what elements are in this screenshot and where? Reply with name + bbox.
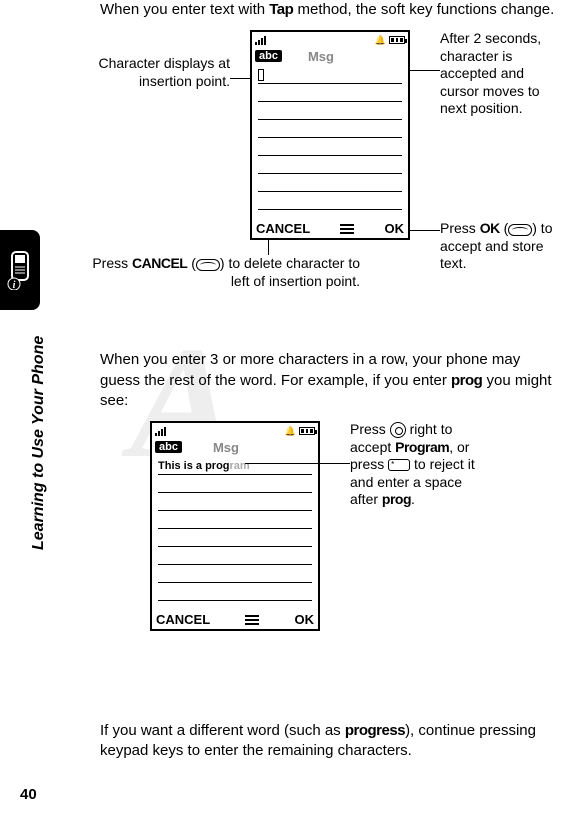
- mode-row: abc Msg: [252, 48, 408, 64]
- text-mode-label: abc: [155, 441, 182, 453]
- star-key-icon: *: [388, 459, 410, 471]
- menu-icon: [340, 224, 354, 234]
- callout-press-ok: Press OK () to accept and store text.: [440, 220, 570, 273]
- mode-row: abc Msg: [152, 439, 318, 455]
- text-line: [258, 192, 402, 210]
- softkey-ok: OK: [294, 612, 314, 627]
- ringer-icon: 🔔: [285, 426, 296, 437]
- screen-title: Msg: [213, 440, 239, 455]
- signal-icon: [155, 427, 166, 436]
- text-line: [158, 565, 312, 583]
- leader-line: [268, 240, 269, 255]
- battery-icon: [389, 36, 405, 44]
- left-softkey-icon: [196, 259, 220, 271]
- side-tab-icon: i: [0, 230, 40, 310]
- text-line: [158, 475, 312, 493]
- text-line: [158, 547, 312, 565]
- diagram-tap-entry: Character displays at insertion point. A…: [100, 30, 555, 330]
- battery-icon: [299, 427, 315, 435]
- text-line: This is a program: [158, 457, 312, 475]
- callout-after-2-seconds: After 2 seconds, character is accepted a…: [440, 30, 560, 118]
- suggested-text: ram: [230, 460, 250, 472]
- text-line: [258, 66, 402, 84]
- text-line: [258, 120, 402, 138]
- ringer-icon: 🔔: [375, 35, 386, 46]
- text-line: [158, 493, 312, 511]
- status-bar: 🔔: [252, 32, 408, 48]
- softkey-row: CANCEL OK: [152, 612, 318, 627]
- softkey-cancel: CANCEL: [156, 612, 210, 627]
- menu-icon: [245, 615, 259, 625]
- callout-insertion-point: Character displays at insertion point.: [90, 55, 230, 90]
- right-softkey-icon: [508, 224, 532, 236]
- signal-icon: [255, 36, 266, 45]
- softkey-cancel: CANCEL: [256, 221, 310, 236]
- diagram-predictive: 🔔 abc Msg This is a program: [100, 421, 555, 701]
- callout-press-cancel: Press CANCEL () to delete character to l…: [90, 255, 360, 290]
- text-mode-label: abc: [255, 50, 282, 62]
- closing-paragraph: If you want a different word (such as pr…: [100, 721, 555, 762]
- text-line: [158, 511, 312, 529]
- status-bar: 🔔: [152, 423, 318, 439]
- text-line: [258, 84, 402, 102]
- text-line: [158, 529, 312, 547]
- leader-line: [245, 463, 350, 464]
- callout-accept-reject: Press right to accept Program, or press …: [350, 421, 490, 509]
- predictive-paragraph: When you enter 3 or more characters in a…: [100, 350, 555, 411]
- softkey-ok: OK: [384, 221, 404, 236]
- text-area: [252, 64, 408, 210]
- text-line: [258, 138, 402, 156]
- section-label: Learning to Use Your Phone: [30, 336, 48, 550]
- text-line: [258, 156, 402, 174]
- cursor: [258, 69, 264, 81]
- text-line: [258, 102, 402, 120]
- phone-info-icon: i: [6, 250, 34, 290]
- screen-title: Msg: [308, 49, 334, 64]
- phone-screen: 🔔 abc Msg This is a program: [150, 421, 320, 631]
- text-line: [158, 583, 312, 601]
- intro-paragraph: When you enter text with Tap method, the…: [100, 0, 555, 20]
- text-line: [258, 174, 402, 192]
- svg-text:i: i: [13, 280, 16, 290]
- page-number: 40: [20, 786, 37, 803]
- text-area: This is a program: [152, 455, 318, 601]
- softkey-row: CANCEL OK: [252, 221, 408, 236]
- nav-key-icon: [390, 422, 406, 438]
- phone-screen: 🔔 abc Msg: [250, 30, 410, 240]
- leader-line: [410, 230, 440, 231]
